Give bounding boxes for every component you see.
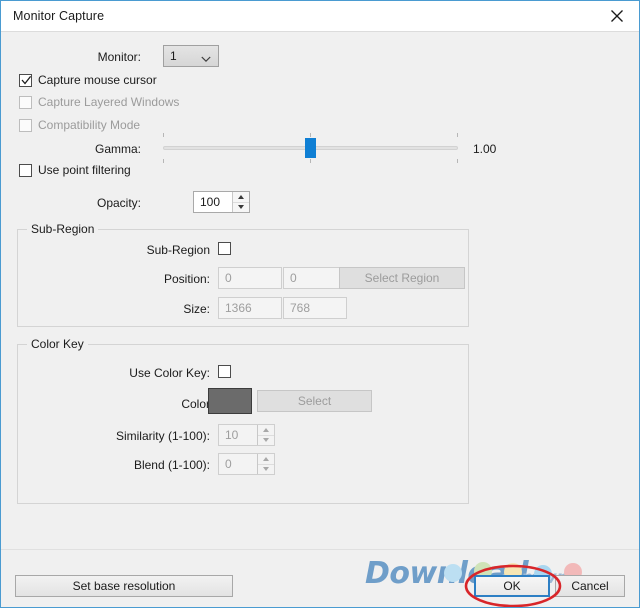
window-title: Monitor Capture [13, 9, 104, 23]
cancel-button[interactable]: Cancel [555, 575, 625, 597]
gamma-slider[interactable] [163, 138, 458, 158]
blend-input[interactable]: 0 [218, 453, 275, 475]
sub-region-toggle-checkbox[interactable] [218, 242, 231, 255]
slider-tick [163, 159, 164, 163]
compatibility-mode-checkbox: Compatibility Mode [19, 118, 140, 132]
chevron-down-icon [201, 52, 211, 66]
checkbox-box [19, 74, 32, 87]
slider-tick [163, 133, 164, 137]
slider-tick [310, 159, 311, 163]
slider-tick [457, 133, 458, 137]
use-point-filtering-label: Use point filtering [38, 163, 131, 177]
close-button[interactable] [594, 1, 639, 31]
slider-tick [457, 159, 458, 163]
monitor-select[interactable]: 1 [163, 45, 219, 67]
blend-stepper[interactable] [257, 454, 274, 474]
similarity-stepper[interactable] [257, 425, 274, 445]
position-y-value: 0 [284, 271, 297, 285]
decorative-dot [444, 564, 462, 582]
size-label: Size: [104, 302, 210, 316]
select-region-button[interactable]: Select Region [339, 267, 465, 289]
stepper-down-icon[interactable] [233, 202, 249, 212]
monitor-capture-dialog: Monitor Capture Monitor: 1 [0, 0, 640, 608]
ok-button[interactable]: OK [474, 575, 550, 597]
position-x-input[interactable]: 0 [218, 267, 282, 289]
similarity-label: Similarity (1-100): [74, 429, 210, 443]
gamma-label: Gamma: [63, 142, 141, 156]
close-icon [610, 9, 624, 23]
position-x-value: 0 [219, 271, 232, 285]
position-y-input[interactable]: 0 [283, 267, 347, 289]
checkbox-box [19, 119, 32, 132]
position-label: Position: [104, 272, 210, 286]
opacity-label: Opacity: [63, 196, 141, 210]
use-color-key-checkbox[interactable] [218, 365, 231, 378]
blend-value: 0 [219, 457, 232, 471]
check-icon [21, 75, 32, 89]
use-color-key-label: Use Color Key: [74, 366, 210, 380]
stepper-down-icon[interactable] [258, 435, 274, 445]
similarity-value: 10 [219, 428, 238, 442]
monitor-select-value: 1 [164, 49, 177, 63]
slider-thumb[interactable] [305, 138, 316, 158]
stepper-down-icon[interactable] [258, 464, 274, 474]
opacity-value: 100 [194, 195, 220, 209]
title-bar: Monitor Capture [1, 1, 639, 32]
gamma-value: 1.00 [473, 142, 496, 156]
color-select-button[interactable]: Select [257, 390, 372, 412]
dialog-body: Monitor: 1 Capture mouse cursor [1, 32, 639, 607]
checkbox-box [19, 164, 32, 177]
checkbox-box [19, 96, 32, 109]
size-height-value: 768 [284, 301, 310, 315]
opacity-input[interactable]: 100 [193, 191, 250, 213]
similarity-input[interactable]: 10 [218, 424, 275, 446]
color-label: Color [74, 397, 210, 411]
capture-layered-windows-checkbox: Capture Layered Windows [19, 95, 179, 109]
set-base-resolution-button[interactable]: Set base resolution [15, 575, 233, 597]
compatibility-mode-label: Compatibility Mode [38, 118, 140, 132]
monitor-label: Monitor: [61, 50, 141, 64]
capture-mouse-cursor-label: Capture mouse cursor [38, 73, 157, 87]
opacity-stepper[interactable] [232, 192, 249, 212]
size-width-value: 1366 [219, 301, 252, 315]
color-key-group: Color Key Use Color Key: Color Select Si… [17, 344, 469, 504]
blend-label: Blend (1-100): [74, 458, 210, 472]
color-key-group-title: Color Key [27, 337, 88, 351]
use-point-filtering-checkbox[interactable]: Use point filtering [19, 163, 131, 177]
size-width-input[interactable]: 1366 [218, 297, 282, 319]
slider-tick [310, 133, 311, 137]
size-height-input[interactable]: 768 [283, 297, 347, 319]
capture-mouse-cursor-checkbox[interactable]: Capture mouse cursor [19, 73, 157, 87]
sub-region-toggle-label: Sub-Region [104, 243, 210, 257]
sub-region-group: Sub-Region Sub-Region Position: 0 0 Sele… [17, 229, 469, 327]
color-swatch[interactable] [208, 388, 252, 414]
sub-region-group-title: Sub-Region [27, 222, 98, 236]
capture-layered-windows-label: Capture Layered Windows [38, 95, 179, 109]
footer-divider [1, 549, 639, 550]
